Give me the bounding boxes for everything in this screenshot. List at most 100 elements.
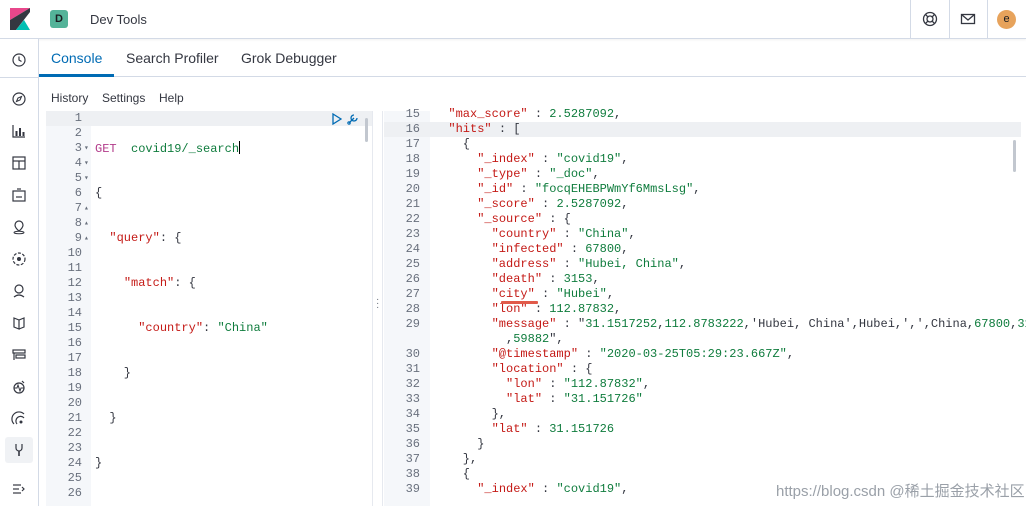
top-header: D Dev Tools e: [0, 0, 1026, 39]
request-actions: [330, 112, 360, 126]
request-fold-markers[interactable]: ▾ ▾ ▾ ▴ ▴ ▴: [84, 111, 91, 246]
code-line: }: [95, 456, 103, 470]
maps-icon[interactable]: [11, 219, 27, 235]
ml-icon[interactable]: [11, 251, 27, 267]
dev-tools-tabs: Console Search Profiler Grok Debugger: [39, 39, 1026, 77]
line-number: 20: [405, 182, 420, 196]
uptime-icon[interactable]: [11, 379, 27, 395]
tab-console[interactable]: Console: [51, 50, 102, 66]
line-number: 15: [67, 321, 82, 335]
request-scrollbar[interactable]: [365, 118, 368, 142]
line-number: 26: [67, 486, 82, 500]
dashboard-icon[interactable]: [11, 155, 27, 171]
code-line: "country" : "China",: [491, 227, 636, 241]
tab-search-profiler[interactable]: Search Profiler: [126, 50, 219, 66]
line-number: 37: [405, 452, 420, 466]
code-line: "hits" : [: [448, 122, 521, 136]
apm-icon[interactable]: [11, 347, 27, 363]
visualize-chart-icon[interactable]: [11, 123, 27, 139]
line-number: 30: [405, 347, 420, 361]
code-line: "message" : "31.1517252,112.8783222,'Hub…: [491, 317, 1026, 331]
request-code[interactable]: GET covid19/_search { "query": { "match"…: [95, 111, 268, 486]
line-number: 10: [67, 246, 82, 260]
settings-menu-item[interactable]: Settings: [102, 91, 145, 105]
help-icon[interactable]: [922, 11, 938, 27]
line-number: 7: [74, 201, 82, 215]
header-divider: [910, 0, 911, 39]
request-line[interactable]: GET covid19/_search: [95, 141, 268, 156]
user-avatar[interactable]: e: [997, 10, 1016, 29]
wrench-settings-icon[interactable]: [346, 112, 360, 126]
code-line: "lon" : "112.87832",: [506, 377, 651, 391]
line-number: 17: [67, 351, 82, 365]
play-icon[interactable]: [332, 113, 342, 125]
header-divider: [949, 0, 950, 39]
code-line: "lat" : "31.151726": [506, 392, 643, 406]
line-number: 18: [405, 152, 420, 166]
code-line: "_score" : 2.5287092,: [477, 197, 629, 211]
line-number: 36: [405, 437, 420, 451]
help-menu-item[interactable]: Help: [159, 91, 184, 105]
line-number: 8: [74, 216, 82, 230]
code-line: "city" : "Hubei",: [491, 287, 615, 301]
line-number: 24: [405, 242, 420, 256]
line-number: 3: [74, 141, 82, 155]
code-line: },: [434, 407, 507, 421]
line-number: 18: [67, 366, 82, 380]
dev-tools-wrench-icon[interactable]: [11, 442, 27, 458]
logs-icon[interactable]: [11, 315, 27, 331]
infra-icon[interactable]: [11, 283, 27, 299]
canvas-icon[interactable]: [11, 187, 27, 203]
line-number: 39: [405, 482, 420, 496]
line-number: 9: [74, 231, 82, 245]
line-number: 12: [67, 276, 82, 290]
line-number: 4: [74, 156, 82, 170]
text-cursor: [239, 141, 241, 154]
siem-icon[interactable]: [11, 411, 27, 427]
line-number: 13: [67, 291, 82, 305]
recent-clock-icon[interactable]: [11, 52, 27, 68]
kibana-logo-icon[interactable]: [10, 8, 30, 30]
resizer-grip-icon[interactable]: · · ·: [376, 295, 379, 313]
line-number: 19: [405, 167, 420, 181]
space-avatar[interactable]: D: [50, 10, 68, 28]
history-menu-item[interactable]: History: [51, 91, 88, 105]
active-tab-indicator: [39, 74, 114, 77]
line-number: 6: [74, 186, 82, 200]
page-title: Dev Tools: [90, 12, 147, 27]
code-line: "max_score" : 2.5287092,: [448, 107, 622, 121]
collapse-menu-icon[interactable]: [11, 481, 27, 497]
line-number: 33: [405, 392, 420, 406]
line-number: 28: [405, 302, 420, 316]
code-line: "_source" : {: [477, 212, 571, 226]
line-number: 29: [405, 317, 420, 331]
request-line-numbers: 1 2 3 4 5 6 7 8 9 10 11 12 13 14 15 16 17 18 19 20 21 22 23 24 2…: [46, 111, 82, 501]
line-number: 22: [67, 426, 82, 440]
code-line: "match": {: [123, 276, 196, 290]
red-underline-annotation: [501, 301, 538, 304]
code-line: }: [95, 366, 132, 380]
line-number: 25: [67, 471, 82, 485]
line-number: 19: [67, 381, 82, 395]
line-number: 21: [405, 197, 420, 211]
line-number: 23: [405, 227, 420, 241]
code-line: }: [434, 437, 485, 451]
code-line: {: [434, 137, 471, 151]
line-number: 35: [405, 422, 420, 436]
mail-icon[interactable]: [960, 11, 976, 27]
request-endpoint: covid19/_search: [131, 142, 240, 156]
line-number: 11: [67, 261, 82, 275]
line-number: 32: [405, 377, 420, 391]
tab-grok-debugger[interactable]: Grok Debugger: [241, 50, 337, 66]
code-line: "address" : "Hubei, China",: [491, 257, 687, 271]
line-number: 27: [405, 287, 420, 301]
code-line: ,59882",: [434, 332, 564, 346]
discover-compass-icon[interactable]: [11, 91, 27, 107]
code-line: "query": {: [109, 231, 182, 245]
line-number: 15: [405, 107, 420, 121]
line-number: 16: [405, 122, 420, 136]
line-number: 26: [405, 272, 420, 286]
code-line: "_id" : "focqEHEBPWmYf6MmsLsg",: [477, 182, 701, 196]
line-number: 34: [405, 407, 420, 421]
code-line: {: [95, 186, 103, 200]
